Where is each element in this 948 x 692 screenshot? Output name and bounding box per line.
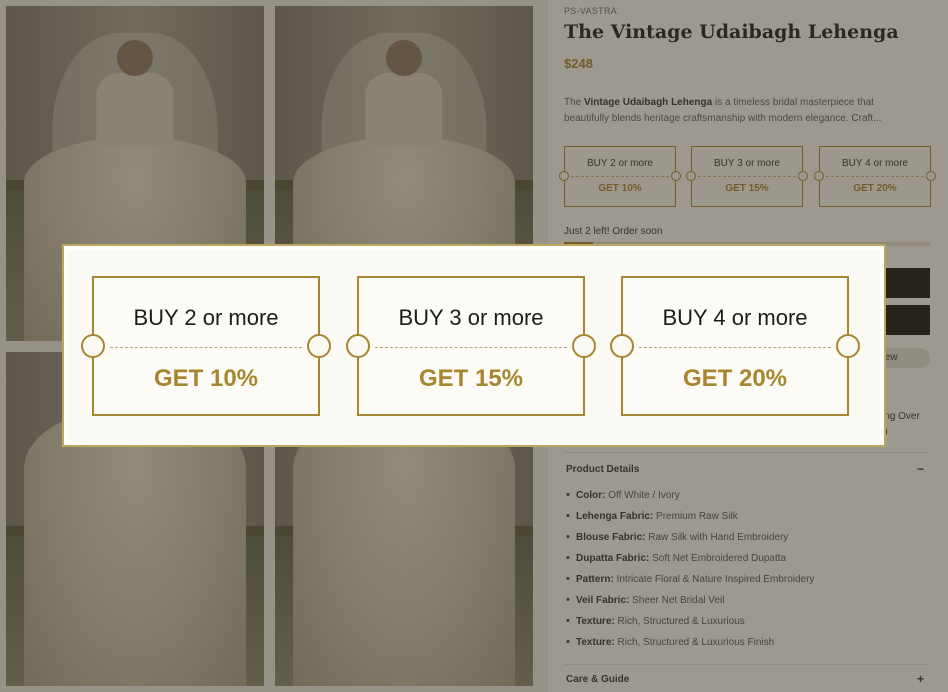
popup-offer-discount: GET 20%	[682, 365, 788, 392]
popup-offer-label: BUY 2 or more	[133, 305, 279, 330]
popup-offer-coupon[interactable]: BUY 2 or more GET 10%	[81, 276, 331, 416]
popup-offer-label: BUY 4 or more	[662, 305, 808, 330]
offer-popup: BUY 2 or more GET 10% BUY 3 or more GET …	[64, 246, 884, 445]
popup-offer-coupon[interactable]: BUY 3 or more GET 15%	[346, 276, 596, 416]
popup-offer-discount: GET 15%	[418, 365, 524, 392]
popup-offer-label: BUY 3 or more	[398, 305, 544, 330]
popup-offer-coupon[interactable]: BUY 4 or more GET 20%	[610, 276, 860, 416]
popup-offer-discount: GET 10%	[153, 365, 259, 392]
